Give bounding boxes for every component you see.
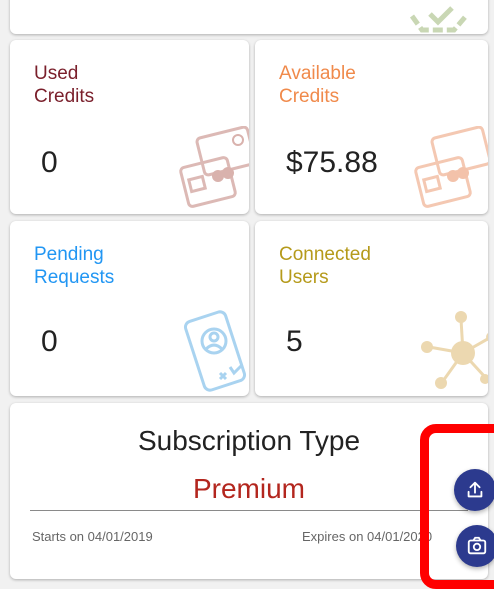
available-credits-label: Available Credits [279,63,356,107]
used-credits-label: Used Credits [34,63,95,107]
available-credits-value: $75.88 [286,146,378,179]
subscription-type-value: Premium [192,473,305,504]
divider [30,510,468,511]
connected-users-tile[interactable]: Connected Users 5 [255,221,488,396]
subscription-title: Subscription Type [137,425,361,456]
user-request-icon [183,310,247,392]
credit-card-icon [414,126,488,208]
network-icon [421,311,488,389]
used-credits-value: 0 [41,146,58,179]
subscription-expiry-date: Expires on 04/01/2020 [302,529,433,544]
connected-users-label: Connected Users [279,244,371,288]
pending-requests-label: Pending Requests [34,244,115,288]
highlight-annotation [420,424,494,589]
pending-requests-tile[interactable]: Pending Requests 0 [10,221,249,396]
pending-requests-value: 0 [41,325,58,358]
available-credits-tile[interactable]: Available Credits $75.88 [255,40,488,214]
connected-users-value: 5 [286,325,303,358]
subscription-card: Subscription Type Premium Starts on 04/0… [10,403,488,579]
subscription-start-date: Starts on 04/01/2019 [32,529,153,544]
top-card-partial [10,0,488,34]
badge-icon [409,6,468,33]
used-credits-tile[interactable]: Used Credits 0 [10,40,249,214]
credit-card-icon [179,126,249,208]
